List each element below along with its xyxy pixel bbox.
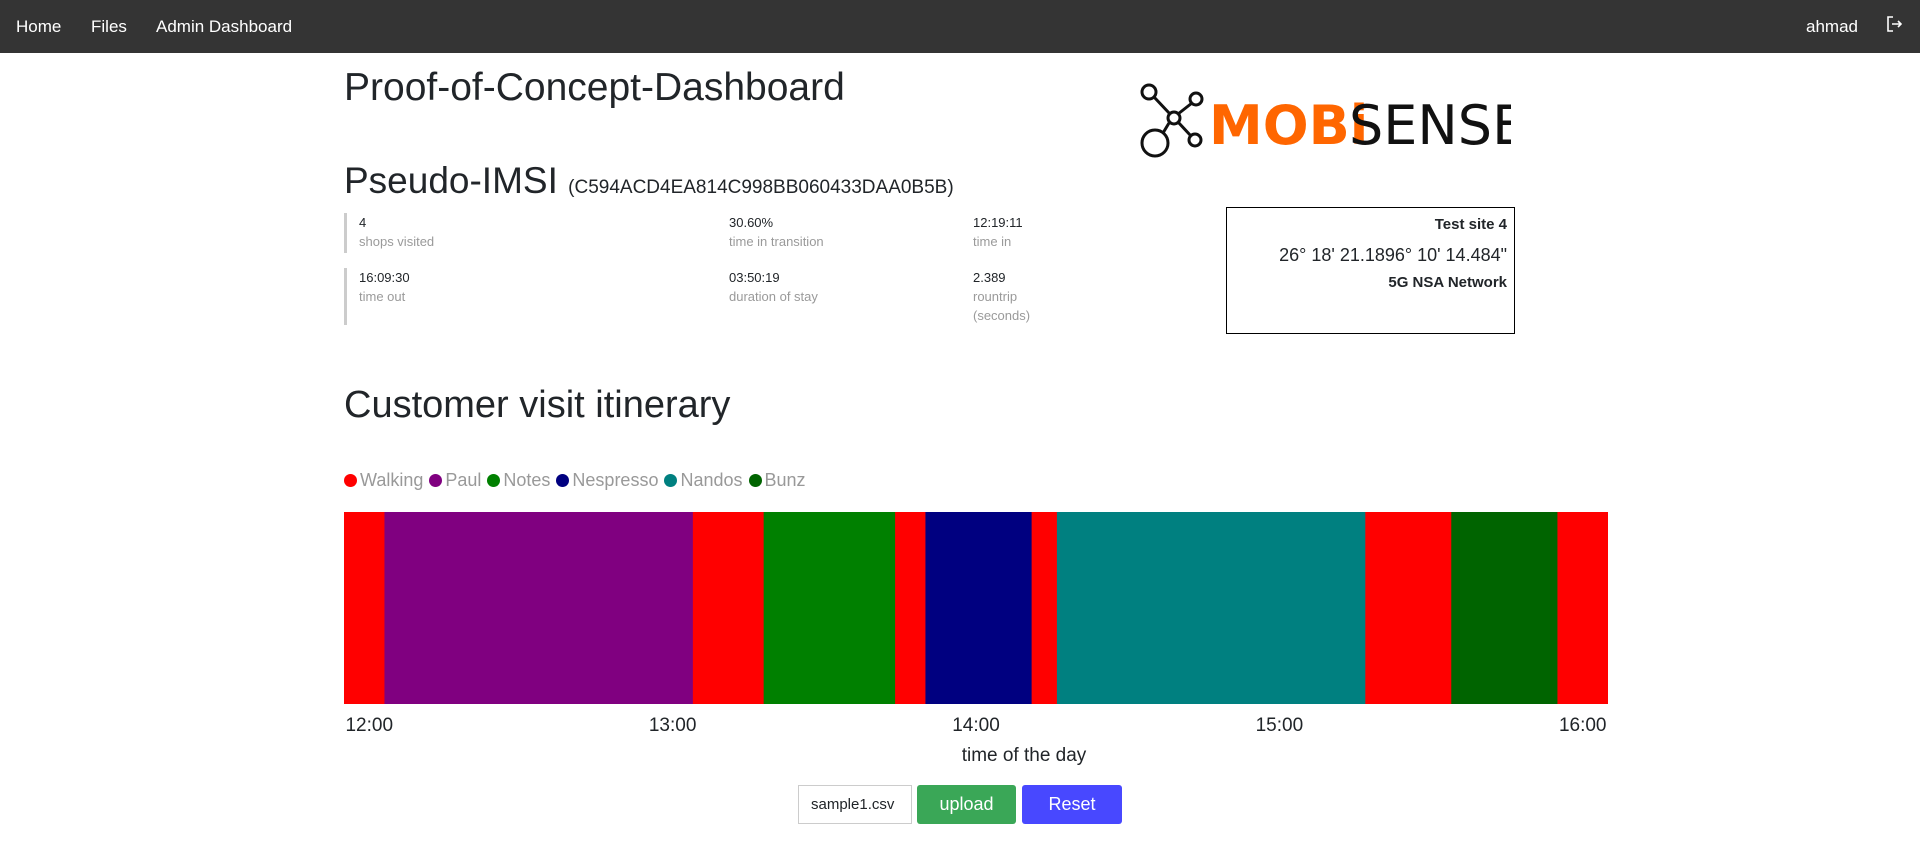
- stat-label: time out: [359, 289, 406, 304]
- stat-label: duration of stay: [729, 289, 818, 304]
- legend-dot: [487, 474, 501, 487]
- itinerary-title: Customer visit itinerary: [344, 384, 731, 426]
- imsi-label: Pseudo-IMSI: [344, 160, 558, 201]
- page-title: Proof-of-Concept-Dashboard: [344, 66, 845, 109]
- legend-dot: [429, 474, 443, 487]
- stat-time-out: 16:09:30 time out: [359, 268, 410, 306]
- stat-label: rountrip: [973, 289, 1018, 304]
- stat-label-unit: (seconds): [973, 308, 1031, 323]
- segment-walking: [692, 512, 765, 704]
- legend-label: Paul: [445, 470, 482, 490]
- legend-label: Nespresso: [572, 470, 659, 490]
- logout-icon[interactable]: [1886, 15, 1903, 38]
- pseudo-imsi: Pseudo-IMSI (C594ACD4EA814C998BB060433DA…: [344, 160, 954, 202]
- stat-time-in: 12:19:11 time in: [973, 213, 1023, 251]
- stat-value: 16:09:30: [359, 270, 410, 285]
- nav-admin-dashboard[interactable]: Admin Dashboard: [156, 17, 292, 37]
- stat-divider: [344, 268, 347, 325]
- legend-label: Bunz: [764, 470, 806, 490]
- legend-dot: [556, 474, 570, 487]
- stat-divider: [344, 213, 347, 253]
- imsi-value: (C594ACD4EA814C998BB060433DAA0B5B): [568, 177, 954, 198]
- legend-item[interactable]: Nespresso: [556, 470, 658, 491]
- legend-item[interactable]: Nandos: [664, 470, 743, 491]
- stat-value: 30.60%: [729, 215, 774, 230]
- legend-label: Nandos: [680, 470, 743, 490]
- svg-text:SENSE: SENSE: [1349, 94, 1511, 157]
- chart-legend: Walking Paul Notes Nespresso Nandos Bunz: [344, 470, 806, 491]
- legend-label: Notes: [503, 470, 551, 490]
- segment-walking: [1557, 512, 1608, 704]
- reset-button[interactable]: Reset: [1022, 785, 1122, 824]
- stat-label: time in transition: [729, 234, 824, 249]
- stat-time-in-transition: 30.60% time in transition: [729, 213, 824, 251]
- svg-text:MOBi: MOBi: [1209, 94, 1368, 157]
- site-name: Test site 4: [1434, 216, 1507, 233]
- x-axis-label: time of the day: [961, 745, 1087, 766]
- segment-notes: [763, 512, 896, 704]
- segment-paul: [384, 512, 694, 704]
- upload-button[interactable]: upload: [917, 785, 1016, 824]
- legend-label: Walking: [360, 470, 424, 490]
- legend-dot: [748, 474, 762, 487]
- user-name[interactable]: ahmad: [1806, 17, 1858, 37]
- x-tick-label: 12:00: [345, 715, 394, 736]
- top-nav: Home Files Admin Dashboard ahmad: [0, 0, 1920, 53]
- mobisense-logo: MOBi SENSE: [1139, 83, 1526, 164]
- site-coords: 26° 18' 21.1896° 10' 14.484": [1279, 245, 1507, 265]
- legend-item[interactable]: Notes: [487, 470, 550, 491]
- segment-bunz: [1451, 512, 1558, 704]
- stat-value: 4: [359, 215, 367, 230]
- stat-label: time in: [973, 234, 1012, 249]
- legend-item[interactable]: Paul: [429, 470, 481, 491]
- x-tick-label: 13:00: [648, 715, 697, 736]
- segment-walking: [895, 512, 926, 704]
- segment-nespresso: [925, 512, 1033, 704]
- segment-nandos: [1056, 512, 1366, 704]
- stat-rountrip: 2.389 rountrip (seconds): [973, 268, 1030, 325]
- itinerary-timeline: [344, 512, 1608, 704]
- x-tick-label: 15:00: [1255, 715, 1304, 736]
- site-info-box: Test site 4 26° 18' 21.1896° 10' 14.484"…: [1226, 207, 1515, 334]
- x-tick-label: 14:00: [952, 715, 1000, 736]
- legend-item[interactable]: Bunz: [748, 470, 806, 491]
- nav-home[interactable]: Home: [16, 17, 61, 37]
- legend-dot: [344, 474, 357, 487]
- stat-duration: 03:50:19 duration of stay: [729, 268, 818, 306]
- stat-value: 12:19:11: [973, 215, 1023, 230]
- stat-value: 2.389: [973, 270, 1006, 285]
- legend-item[interactable]: Walking: [344, 470, 423, 491]
- nav-files[interactable]: Files: [91, 17, 127, 37]
- segment-walking: [344, 512, 385, 704]
- stat-value: 03:50:19: [729, 270, 780, 285]
- segment-walking: [1031, 512, 1058, 704]
- x-tick-label: 16:00: [1558, 715, 1607, 736]
- stat-label: shops visited: [359, 234, 435, 249]
- site-network: 5G NSA Network: [1388, 274, 1507, 291]
- segment-walking: [1365, 512, 1452, 704]
- file-input[interactable]: sample1.csv: [798, 785, 912, 824]
- stat-shops-visited: 4 shops visited: [359, 213, 434, 251]
- legend-dot: [664, 474, 678, 487]
